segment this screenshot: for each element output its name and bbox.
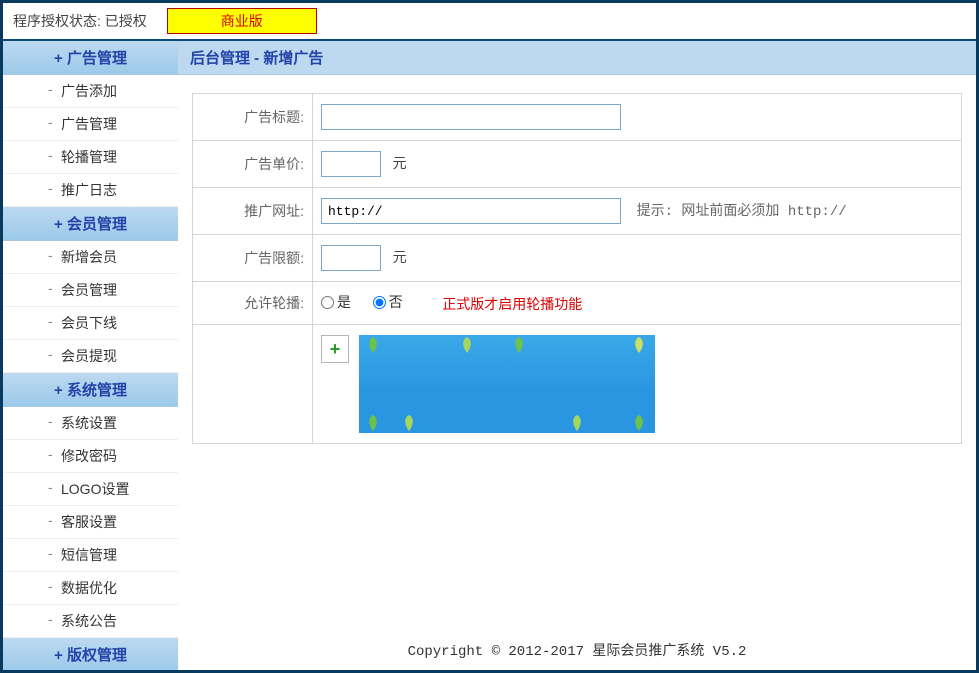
label-ad-price: 广告单价:: [193, 141, 313, 188]
radio-yes-label: 是: [337, 292, 351, 312]
plus-icon: +: [330, 340, 341, 358]
footer-copyright: Copyright © 2012-2017 星际会员推广系统 V5.2: [178, 620, 976, 670]
leaf-icon: [567, 413, 587, 433]
label-promo-url: 推广网址:: [193, 188, 313, 235]
page-title: 后台管理 - 新增广告: [178, 41, 976, 75]
nav-header-ads[interactable]: + 广告管理: [3, 41, 178, 75]
ad-limit-input[interactable]: [321, 245, 381, 271]
sidebar-item-member-add[interactable]: 新增会员: [3, 241, 178, 274]
topbar: 程序授权状态: 已授权 商业版: [3, 3, 976, 41]
sidebar-item-sms-manage[interactable]: 短信管理: [3, 539, 178, 572]
sidebar-item-member-downline[interactable]: 会员下线: [3, 307, 178, 340]
radio-no-label: 否: [389, 292, 403, 312]
rotate-tip: 正式版才启用轮播功能: [442, 296, 582, 312]
sidebar-item-sys-notice[interactable]: 系统公告: [3, 605, 178, 638]
leaf-icon: [399, 413, 419, 433]
label-ad-title: 广告标题:: [193, 94, 313, 141]
sidebar-item-member-withdraw[interactable]: 会员提现: [3, 340, 178, 373]
auth-status-value: 已授权: [105, 13, 147, 29]
sidebar-item-support-settings[interactable]: 客服设置: [3, 506, 178, 539]
leaf-icon: [363, 413, 383, 433]
sidebar-item-sys-settings[interactable]: 系统设置: [3, 407, 178, 440]
nav-header-members[interactable]: + 会员管理: [3, 207, 178, 241]
ad-title-input[interactable]: [321, 104, 621, 130]
nav-header-system[interactable]: + 系统管理: [3, 373, 178, 407]
banner-preview: [359, 335, 655, 433]
auth-status: 程序授权状态: 已授权: [13, 11, 147, 31]
sidebar-item-logo-settings[interactable]: LOGO设置: [3, 473, 178, 506]
sidebar: + 广告管理 广告添加 广告管理 轮播管理 推广日志 + 会员管理 新增会员 会…: [3, 41, 178, 670]
upload-image-button[interactable]: +: [321, 335, 349, 363]
sidebar-item-carousel-manage[interactable]: 轮播管理: [3, 141, 178, 174]
radio-yes[interactable]: [321, 296, 334, 309]
sidebar-item-ad-add[interactable]: 广告添加: [3, 75, 178, 108]
label-upload: [193, 324, 313, 443]
leaf-icon: [629, 335, 649, 355]
leaf-icon: [629, 413, 649, 433]
ad-limit-unit: 元: [393, 249, 407, 265]
ad-price-input[interactable]: [321, 151, 381, 177]
label-allow-rotate: 允许轮播:: [193, 282, 313, 325]
promo-url-input[interactable]: [321, 198, 621, 224]
sidebar-item-member-manage[interactable]: 会员管理: [3, 274, 178, 307]
sidebar-item-data-optimize[interactable]: 数据优化: [3, 572, 178, 605]
radio-no-wrap[interactable]: 否: [373, 292, 403, 312]
auth-status-label: 程序授权状态:: [13, 13, 101, 29]
label-ad-limit: 广告限额:: [193, 235, 313, 282]
radio-no[interactable]: [373, 296, 386, 309]
nav-header-license[interactable]: + 版权管理: [3, 638, 178, 670]
edition-badge: 商业版: [167, 8, 317, 34]
leaf-icon: [363, 335, 383, 355]
ad-form: 广告标题: 广告单价: 元 推广网址:: [192, 93, 962, 444]
promo-url-hint: 提示: 网址前面必须加 http://: [637, 204, 847, 220]
ad-price-unit: 元: [393, 155, 407, 171]
radio-yes-wrap[interactable]: 是: [321, 292, 351, 312]
leaf-icon: [509, 335, 529, 355]
sidebar-item-promo-log[interactable]: 推广日志: [3, 174, 178, 207]
sidebar-item-change-password[interactable]: 修改密码: [3, 440, 178, 473]
leaf-icon: [457, 335, 477, 355]
sidebar-item-ad-manage[interactable]: 广告管理: [3, 108, 178, 141]
